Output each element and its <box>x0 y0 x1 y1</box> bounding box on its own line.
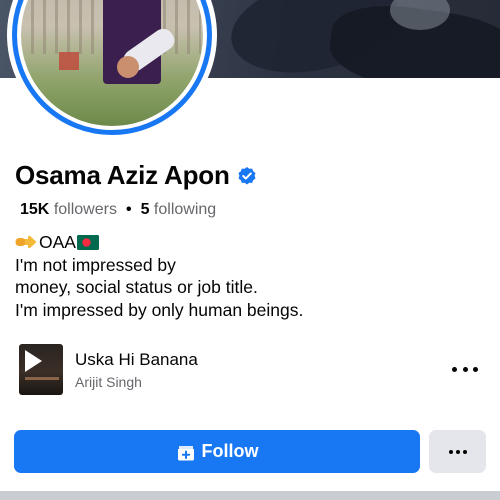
pointing-right-icon <box>15 233 37 251</box>
verified-badge-icon[interactable] <box>237 166 257 186</box>
profile-picture[interactable] <box>7 0 217 140</box>
song-title: Uska Hi Banana <box>75 350 198 369</box>
section-divider <box>0 491 500 500</box>
avatar-hand <box>117 56 139 78</box>
profile-music[interactable]: Uska Hi Banana Arijit Singh <box>19 344 489 396</box>
profile-bio: OAA I'm not impressed by money, social s… <box>15 231 303 321</box>
story-ring <box>12 0 212 135</box>
music-more-options-icon[interactable] <box>452 359 478 379</box>
following-link[interactable]: 5 following <box>141 201 217 219</box>
bio-text: OAA <box>39 232 76 252</box>
avatar-detail <box>59 52 79 70</box>
dot <box>462 366 468 372</box>
avatar <box>21 0 203 126</box>
dot <box>462 449 467 454</box>
bio-line: I'm impressed by only human beings. <box>15 299 304 320</box>
follow-button-label: Follow <box>201 441 259 461</box>
bio-line: OAA <box>15 231 303 254</box>
followers-link[interactable]: 15K followers <box>20 201 117 219</box>
dot <box>473 366 478 372</box>
followers-label: followers <box>53 201 117 218</box>
song-artist: Arijit Singh <box>75 374 142 390</box>
follow-button[interactable]: Follow <box>14 430 420 473</box>
following-label: following <box>153 201 217 218</box>
dot <box>452 366 457 372</box>
album-art[interactable] <box>19 344 63 395</box>
following-count: 5 <box>140 201 150 218</box>
dot <box>455 449 460 454</box>
dot <box>448 449 453 454</box>
add-friend-icon <box>176 443 196 461</box>
bio-line: I'm not impressed by <box>15 254 176 275</box>
follow-stats: 15K followers • 5 following <box>20 201 216 219</box>
bio-line: money, social status or job title. <box>15 277 258 297</box>
separator-dot: • <box>125 201 132 218</box>
album-art-detail <box>25 377 59 380</box>
play-icon[interactable] <box>22 348 44 379</box>
profile-name-row: Osama Aziz Apon <box>15 160 257 191</box>
profile-name: Osama Aziz Apon <box>15 160 230 190</box>
more-options-button[interactable] <box>429 430 486 473</box>
bangladesh-flag-icon <box>76 234 99 250</box>
followers-count: 15K <box>20 201 50 218</box>
